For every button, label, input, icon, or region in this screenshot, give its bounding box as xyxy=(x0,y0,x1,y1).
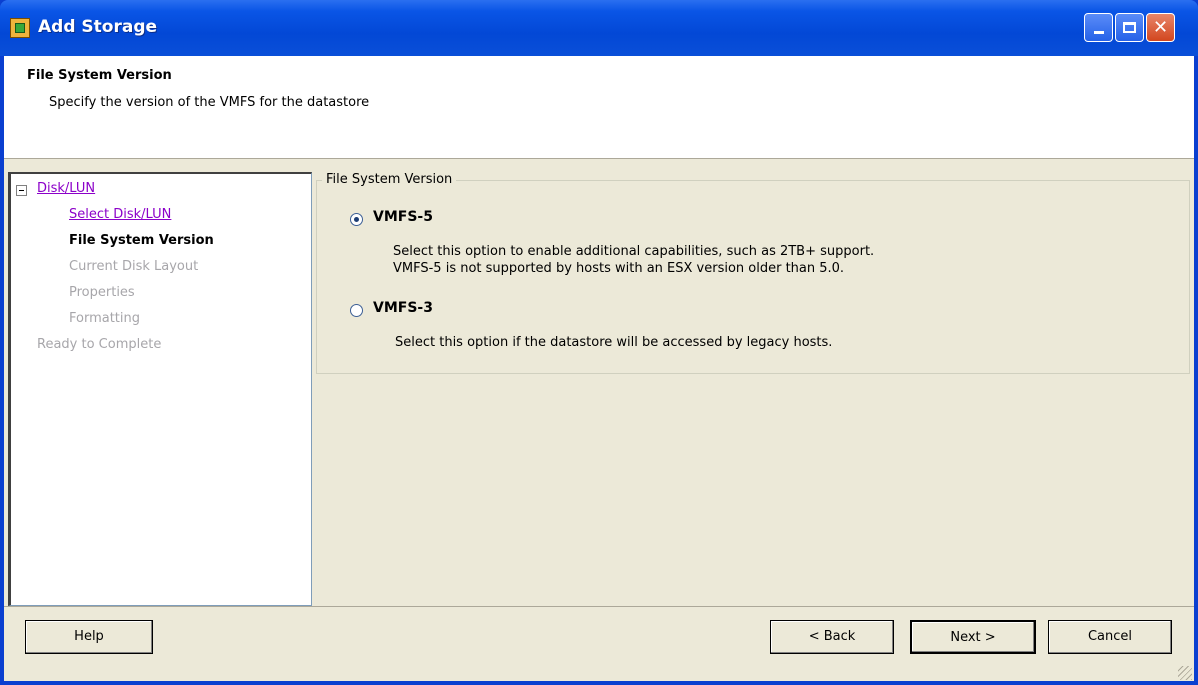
window-bottom-edge xyxy=(0,681,1198,685)
group-label: File System Version xyxy=(322,172,457,187)
vmfs5-label[interactable]: VMFS-5 xyxy=(373,209,433,225)
file-system-version-group: File System Version VMFS-5 Select this o… xyxy=(316,172,1190,374)
dialog-client: File System Version Specify the version … xyxy=(4,56,1194,681)
vmfs5-radio[interactable] xyxy=(350,213,363,226)
back-button[interactable]: < Back xyxy=(770,620,894,654)
wizard-header: File System Version Specify the version … xyxy=(4,56,1194,159)
close-icon: ✕ xyxy=(1152,17,1169,38)
step-title: File System Version xyxy=(27,68,172,83)
vmfs3-label[interactable]: VMFS-3 xyxy=(373,300,433,316)
add-storage-icon xyxy=(10,18,30,38)
next-button[interactable]: Next > xyxy=(910,620,1036,654)
step-file-system-version: File System Version xyxy=(69,233,214,248)
help-button[interactable]: Help xyxy=(25,620,153,654)
title-bar[interactable]: Add Storage ✕ xyxy=(0,0,1198,56)
vmfs5-description-line-2: VMFS-5 is not supported by hosts with an… xyxy=(393,261,845,276)
cancel-button[interactable]: Cancel xyxy=(1048,620,1172,654)
resize-grip-icon[interactable] xyxy=(1178,666,1192,680)
step-select-disk-lun[interactable]: Select Disk/LUN xyxy=(69,207,171,222)
maximize-button[interactable] xyxy=(1115,13,1144,42)
window-title: Add Storage xyxy=(38,17,158,37)
wizard-footer: Help < Back Next > Cancel xyxy=(4,606,1194,682)
maximize-icon xyxy=(1123,22,1136,33)
step-ready-to-complete: Ready to Complete xyxy=(37,337,162,352)
step-disk-lun[interactable]: Disk/LUN xyxy=(37,181,95,196)
minimize-icon xyxy=(1093,31,1104,34)
dialog-window: Add Storage ✕ File System Version Specif… xyxy=(0,0,1198,685)
step-description: Specify the version of the VMFS for the … xyxy=(49,95,370,110)
step-properties: Properties xyxy=(69,285,135,300)
wizard-content: File System Version VMFS-5 Select this o… xyxy=(316,172,1190,606)
close-button[interactable]: ✕ xyxy=(1146,13,1175,42)
wizard-steps-tree: Disk/LUN Select Disk/LUN File System Ver… xyxy=(8,172,312,606)
vmfs3-radio[interactable] xyxy=(350,304,363,317)
vmfs3-description: Select this option if the datastore will… xyxy=(395,335,833,350)
collapse-icon[interactable] xyxy=(16,185,27,196)
minimize-button[interactable] xyxy=(1084,13,1113,42)
step-formatting: Formatting xyxy=(69,311,141,326)
step-current-disk-layout: Current Disk Layout xyxy=(69,259,199,274)
vmfs5-description-line-1: Select this option to enable additional … xyxy=(393,244,875,259)
